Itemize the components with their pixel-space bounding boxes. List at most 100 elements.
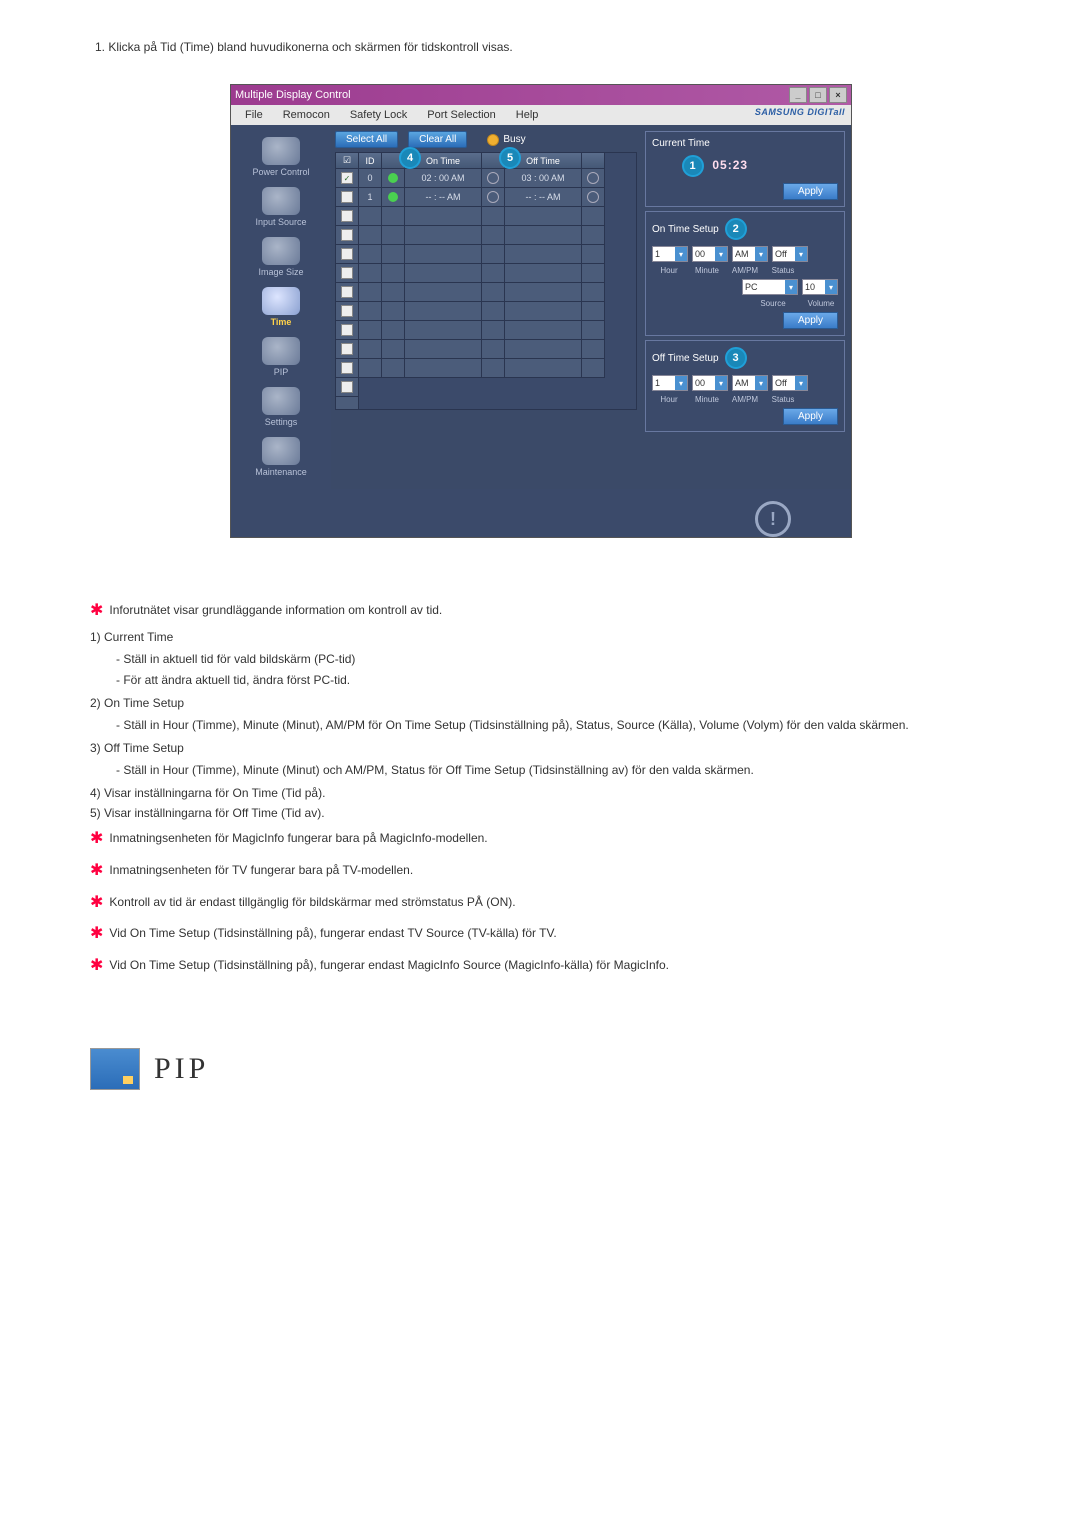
busy-dot-icon [487, 134, 499, 146]
on-source-select[interactable]: PC▾ [742, 279, 798, 295]
table-row [336, 359, 636, 378]
menu-port[interactable]: Port Selection [417, 107, 505, 123]
star-icon: ✱ [90, 894, 103, 911]
menu-remocon[interactable]: Remocon [273, 107, 340, 123]
apply-button[interactable]: Apply [783, 408, 838, 425]
row-checkbox[interactable] [341, 305, 353, 317]
sidebar-item-pip[interactable]: PIP [231, 333, 331, 381]
power-icon [262, 137, 300, 165]
busy-indicator: Busy [487, 134, 525, 146]
row-checkbox[interactable] [341, 191, 353, 203]
status-dot-icon [388, 173, 398, 183]
lbl-source: Source [746, 299, 800, 308]
table-row [336, 302, 636, 321]
pip-heading: PIP [90, 1048, 990, 1090]
table-row[interactable]: ✓ 0 02 : 00 AM 03 : 00 AM [336, 169, 636, 188]
brand-label: SAMSUNG DIGITall [755, 107, 845, 117]
lbl-ampm: AM/PM [728, 395, 762, 404]
table-row [336, 245, 636, 264]
star-icon: ✱ [90, 830, 103, 847]
on-minute-select[interactable]: 00▾ [692, 246, 728, 262]
off-hour-select[interactable]: 1▾ [652, 375, 688, 391]
indicator-icon [587, 191, 599, 203]
row-checkbox[interactable] [341, 267, 353, 279]
apply-button[interactable]: Apply [783, 312, 838, 329]
item-2-sub: Ställ in Hour (Timme), Minute (Minut), A… [116, 716, 990, 735]
menu-file[interactable]: File [235, 107, 273, 123]
col-check[interactable]: ☑ [336, 153, 359, 169]
sidebar-item-label: Power Control [252, 167, 309, 177]
row-checkbox[interactable] [341, 343, 353, 355]
on-hour-select[interactable]: 1▾ [652, 246, 688, 262]
sidebar-item-settings[interactable]: Settings [231, 383, 331, 431]
window-controls: _ □ × [789, 87, 847, 103]
item-3-sub: Ställ in Hour (Timme), Minute (Minut) oc… [116, 761, 990, 780]
sidebar-item-time[interactable]: Time [231, 283, 331, 331]
on-volume-select[interactable]: 10▾ [802, 279, 838, 295]
panel-on-time: On Time Setup 2 1▾ 00▾ AM▾ Off▾ Hour Min… [645, 211, 845, 336]
star-icon: ✱ [90, 602, 103, 619]
item-3: 3) Off Time Setup [90, 741, 990, 755]
item-1-sub: Ställ in aktuell tid för vald bildskärm … [116, 650, 990, 669]
off-status-select[interactable]: Off▾ [772, 375, 808, 391]
indicator-icon [487, 191, 499, 203]
badge-3: 3 [725, 347, 747, 369]
row-checkbox[interactable] [341, 324, 353, 336]
off-time-header-label: Off Time [526, 156, 560, 166]
window-title: Multiple Display Control [235, 89, 351, 101]
select-all-button[interactable]: Select All [335, 131, 398, 148]
titlebar: Multiple Display Control _ □ × [231, 85, 851, 105]
col-off-time: 5 Off Time [505, 153, 582, 169]
item-1: 1) Current Time [90, 630, 990, 644]
table-row [336, 226, 636, 245]
badge-4: 4 [399, 147, 421, 169]
pip-section-icon [90, 1048, 140, 1090]
table-row [336, 378, 636, 409]
star-icon: ✱ [90, 925, 103, 942]
row-on-time: -- : -- AM [405, 188, 482, 207]
menubar: File Remocon Safety Lock Port Selection … [231, 105, 851, 125]
input-icon [262, 187, 300, 215]
row-checkbox[interactable] [341, 381, 353, 393]
sidebar-item-image[interactable]: Image Size [231, 233, 331, 281]
table-row[interactable]: 1 -- : -- AM -- : -- AM [336, 188, 636, 207]
sidebar-item-power[interactable]: Power Control [231, 133, 331, 181]
indicator-icon [587, 172, 599, 184]
maximize-button[interactable]: □ [809, 87, 827, 103]
note-line: ✱Vid On Time Setup (Tidsinställning på),… [90, 921, 990, 947]
sidebar-item-maintenance[interactable]: Maintenance [231, 433, 331, 481]
row-checkbox[interactable] [341, 229, 353, 241]
row-checkbox[interactable] [341, 286, 353, 298]
pip-icon [262, 337, 300, 365]
note-line: ✱Kontroll av tid är endast tillgänglig f… [90, 890, 990, 916]
row-checkbox[interactable] [341, 248, 353, 260]
sidebar-item-label: Time [271, 317, 292, 327]
status-dot-icon [388, 192, 398, 202]
on-status-select[interactable]: Off▾ [772, 246, 808, 262]
intro-text: 1. Klicka på Tid (Time) bland huvudikone… [95, 40, 990, 54]
table-row [336, 340, 636, 359]
badge-2: 2 [725, 218, 747, 240]
sidebar-item-input[interactable]: Input Source [231, 183, 331, 231]
item-1-sub: För att ändra aktuell tid, ändra först P… [116, 671, 990, 690]
row-checkbox[interactable] [341, 210, 353, 222]
on-time-header-label: On Time [426, 156, 460, 166]
row-checkbox[interactable]: ✓ [341, 172, 353, 184]
minimize-button[interactable]: _ [789, 87, 807, 103]
lbl-hour: Hour [652, 266, 686, 275]
row-checkbox[interactable] [341, 362, 353, 374]
off-ampm-select[interactable]: AM▾ [732, 375, 768, 391]
info-line: ✱Inforutnätet visar grundläggande inform… [90, 598, 990, 624]
menu-safety[interactable]: Safety Lock [340, 107, 417, 123]
on-ampm-select[interactable]: AM▾ [732, 246, 768, 262]
menu-help[interactable]: Help [506, 107, 549, 123]
off-minute-select[interactable]: 00▾ [692, 375, 728, 391]
close-button[interactable]: × [829, 87, 847, 103]
display-grid: ☑ ID 4 On Time 5 Off Time [335, 152, 637, 410]
warning-icon: ! [755, 501, 791, 537]
item-2: 2) On Time Setup [90, 696, 990, 710]
sidebar-item-label: Image Size [258, 267, 303, 277]
clear-all-button[interactable]: Clear All [408, 131, 467, 148]
apply-button[interactable]: Apply [783, 183, 838, 200]
col-on-time: 4 On Time [405, 153, 482, 169]
